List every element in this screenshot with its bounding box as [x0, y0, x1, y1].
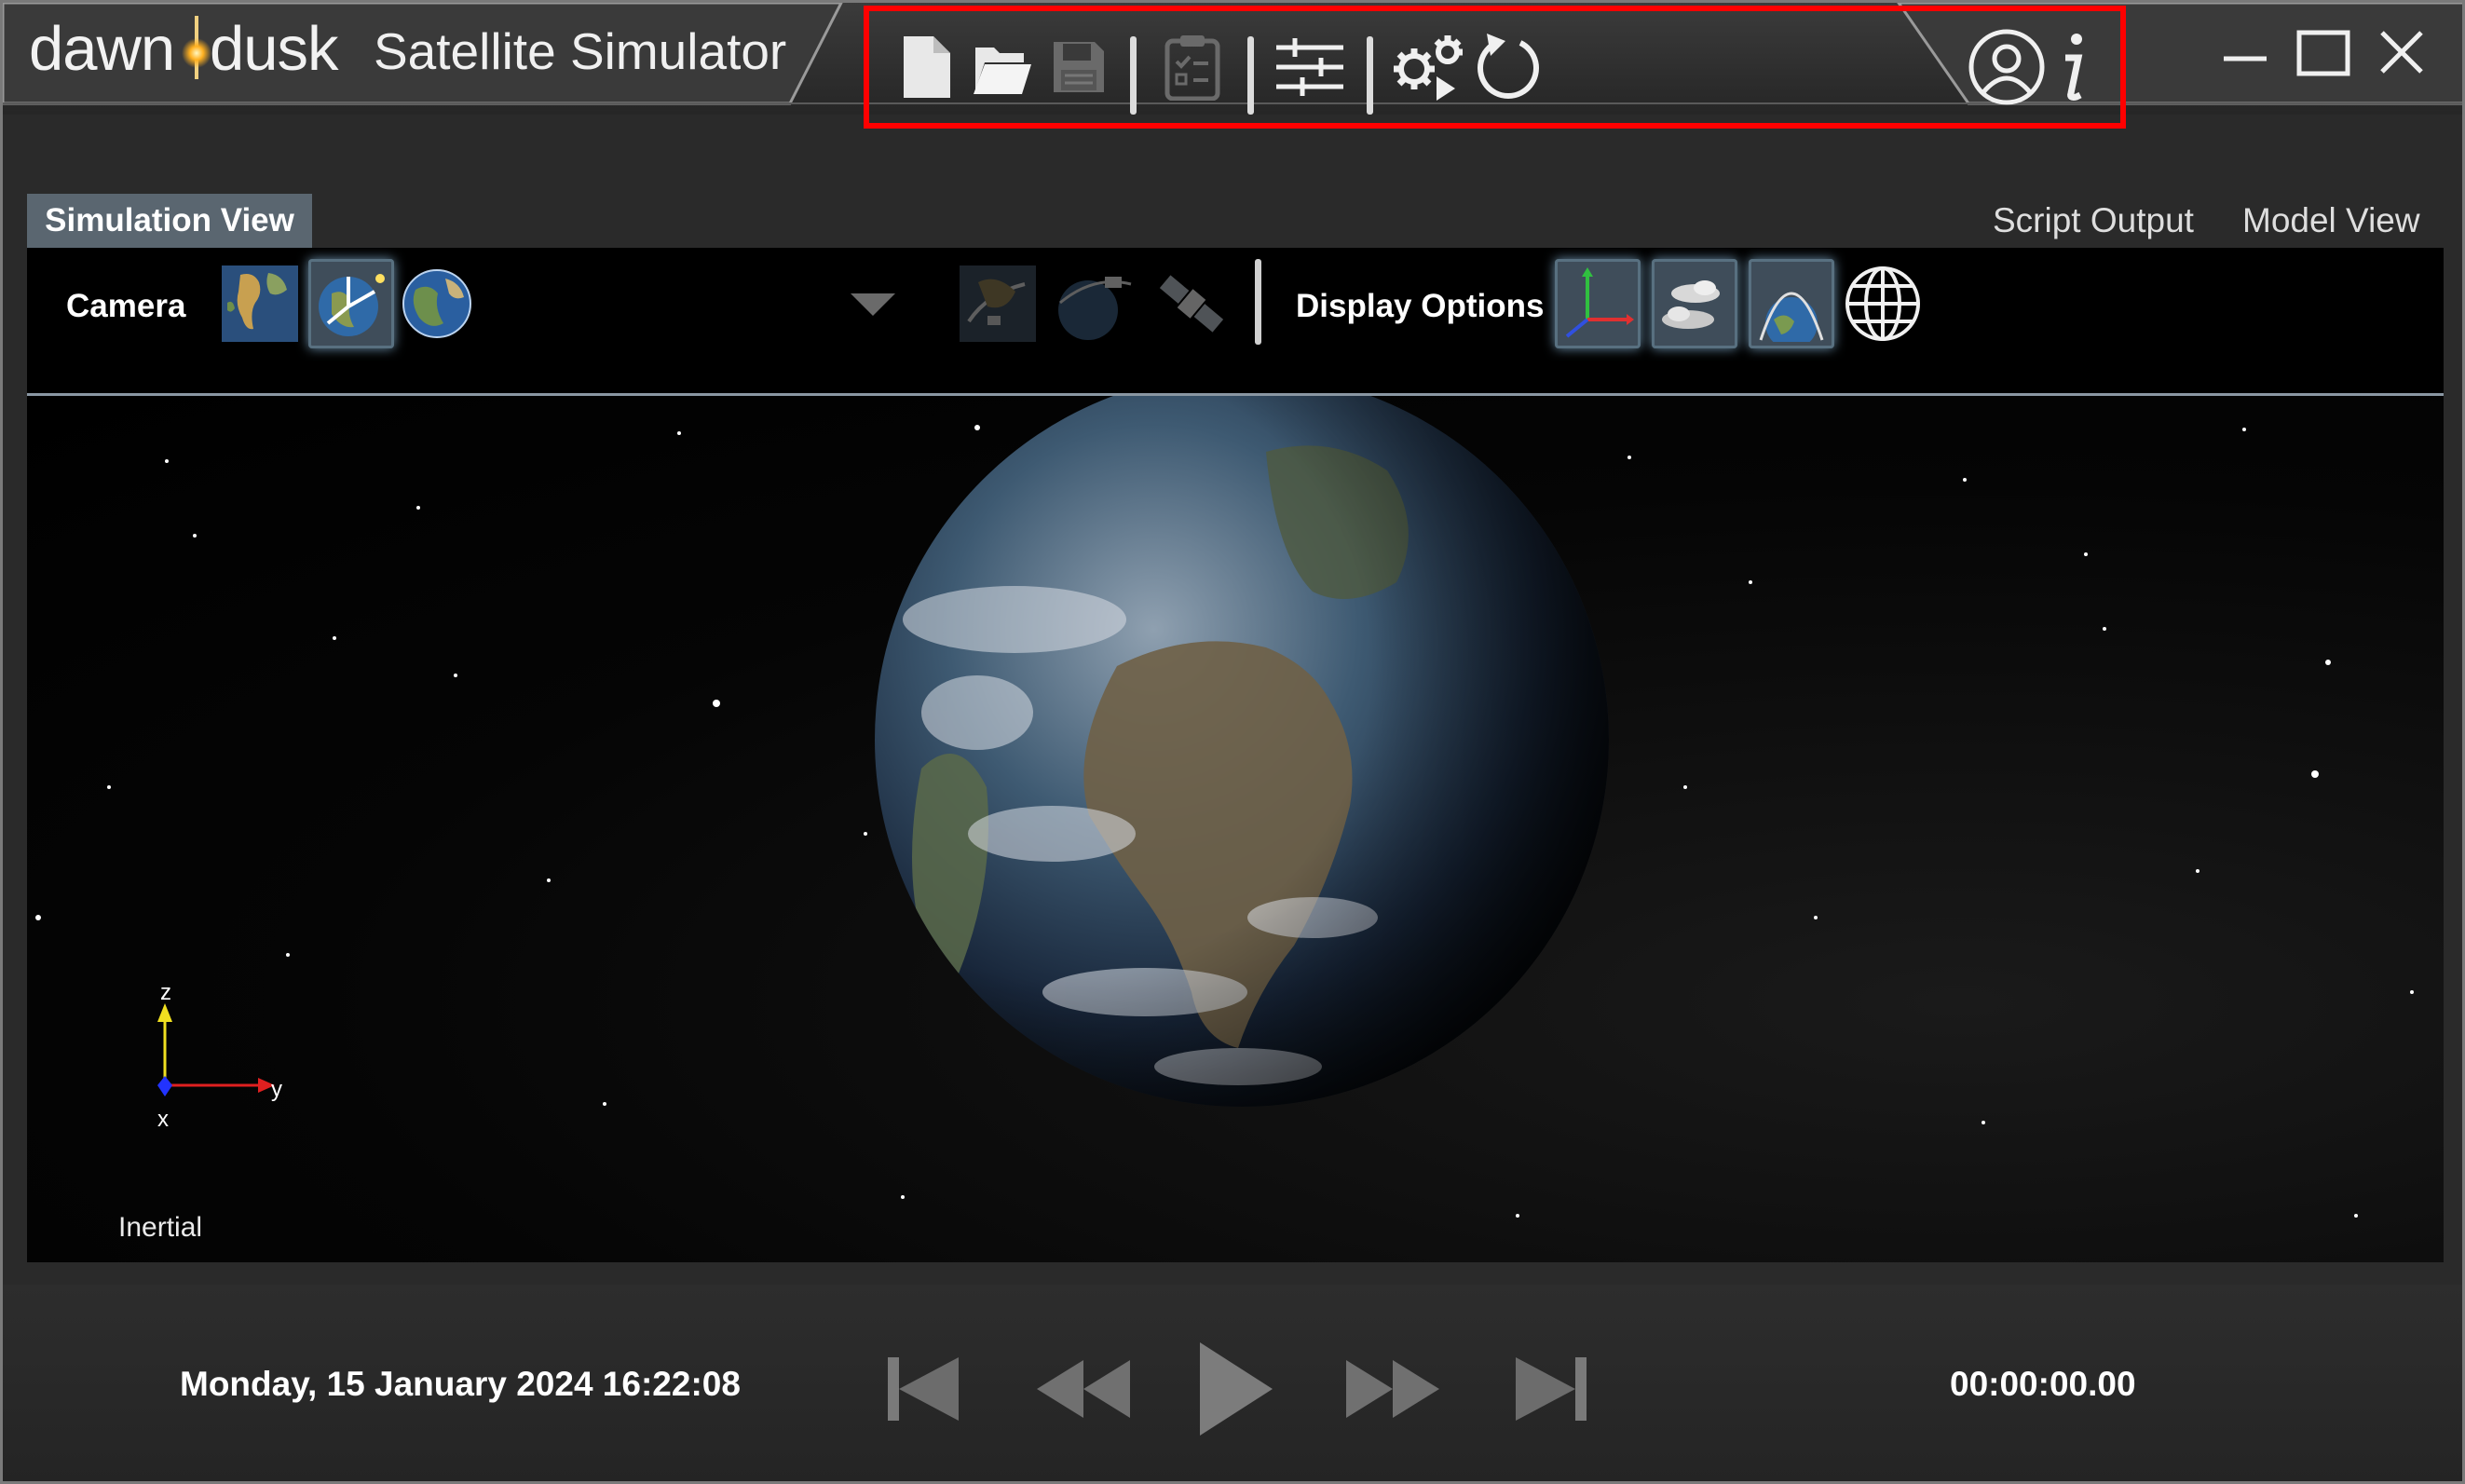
maximize-button[interactable]: [2281, 20, 2365, 85]
satellite-earth-button[interactable]: [955, 259, 1041, 348]
run-button[interactable]: [1385, 27, 1475, 107]
play-button[interactable]: [1184, 1333, 1287, 1445]
globe-icon: [402, 269, 471, 338]
simulation-datetime: Monday, 15 January 2024 16:22:08: [180, 1365, 741, 1403]
satellite-earth-icon: [960, 265, 1036, 342]
open-folder-icon: [974, 48, 1031, 94]
skip-to-end-icon: [1516, 1357, 1587, 1421]
display-clouds-button[interactable]: [1652, 259, 1737, 348]
close-button[interactable]: [2360, 20, 2444, 85]
display-axes-button[interactable]: [1555, 259, 1641, 348]
clouds-icon: [1662, 280, 1720, 329]
tab-model-view[interactable]: Model View: [2242, 194, 2420, 248]
tab-simulation-view[interactable]: Simulation View: [27, 194, 312, 248]
brand-dusk: dusk: [210, 14, 339, 84]
title-bar: dawn dusk Satellite Simulator: [3, 3, 2462, 115]
app-title: Satellite Simulator: [374, 22, 787, 80]
save-button[interactable]: [1041, 27, 1117, 107]
camera-target-dropdown[interactable]: [836, 259, 910, 348]
axis-y-label: y: [271, 1077, 282, 1102]
new-file-button[interactable]: [888, 27, 964, 107]
simulation-viewport[interactable]: z y x Inertial: [27, 396, 2444, 1262]
satellite-orbit-button[interactable]: [1052, 259, 1137, 348]
axes-icon: [1565, 267, 1634, 338]
save-icon: [1054, 42, 1104, 92]
earth-globe: [875, 396, 1609, 1107]
minimize-button[interactable]: [2203, 20, 2287, 85]
new-file-icon: [904, 36, 950, 98]
camera-earth-axes-button[interactable]: [308, 259, 394, 348]
open-folder-button[interactable]: [964, 27, 1041, 107]
earth-map-icon: [222, 265, 298, 342]
brand-sun-icon: [182, 16, 211, 79]
display-wireframe-button[interactable]: [1840, 259, 1926, 348]
toolbar-separator: [1130, 36, 1137, 115]
view-toolbar-separator: [1255, 259, 1261, 345]
reference-frame-label: Inertial: [118, 1212, 203, 1243]
fast-forward-button[interactable]: [1337, 1342, 1449, 1436]
skip-to-end-button[interactable]: [1505, 1342, 1598, 1436]
clipboard-checklist-icon: [1164, 35, 1220, 101]
play-icon: [1200, 1342, 1273, 1436]
satellite-icon: [1159, 275, 1224, 333]
main-toolbar: [867, 7, 2125, 128]
satellite-orbit-icon: [1058, 277, 1132, 340]
elapsed-time: 00:00:00.00: [1950, 1365, 2136, 1403]
atmosphere-icon: [1759, 292, 1824, 342]
camera-label: Camera: [66, 288, 186, 324]
info-button[interactable]: [2043, 27, 2099, 107]
brand-dawn: dawn: [29, 14, 175, 84]
skip-to-start-icon: [888, 1357, 959, 1421]
maximize-icon: [2296, 30, 2350, 76]
wireframe-globe-icon: [1845, 266, 1920, 341]
reset-button[interactable]: [1469, 27, 1546, 107]
display-atmosphere-button[interactable]: [1749, 259, 1834, 348]
tab-script-output[interactable]: Script Output: [1993, 194, 2194, 248]
display-options-label: Display Options: [1296, 288, 1545, 324]
scene-canvas: z y x: [35, 396, 2414, 1218]
toolbar-separator: [1247, 36, 1254, 115]
settings-sliders-button[interactable]: [1272, 27, 1348, 107]
user-account-button[interactable]: [1965, 27, 2049, 107]
app-window: dawn dusk Satellite Simulator Simulation…: [0, 0, 2465, 1484]
reset-icon: [1478, 34, 1539, 100]
minimize-icon: [2224, 56, 2267, 61]
skip-to-start-button[interactable]: [877, 1342, 970, 1436]
info-icon: [2065, 34, 2083, 101]
camera-globe-button[interactable]: [394, 259, 480, 348]
axis-z-label: z: [160, 980, 171, 1005]
axis-x-label: x: [157, 1107, 169, 1132]
sliders-icon: [1276, 38, 1343, 96]
gears-run-icon: [1394, 35, 1463, 101]
playback-bar: Monday, 15 January 2024 16:22:08 00:00:0…: [3, 1285, 2462, 1481]
close-icon: [2380, 31, 2423, 74]
clipboard-button[interactable]: [1154, 27, 1231, 107]
tab-bar: Simulation View Script Output Model View: [27, 194, 2444, 248]
rewind-icon: [1037, 1360, 1130, 1418]
chevron-down-icon: [851, 293, 895, 316]
satellite-button[interactable]: [1149, 259, 1234, 348]
toolbar-separator: [1367, 36, 1373, 115]
rewind-button[interactable]: [1028, 1342, 1139, 1436]
earth-axes-icon: [319, 274, 385, 336]
camera-earth-map-button[interactable]: [217, 259, 303, 348]
view-toolbar: Camera Display Options: [27, 248, 2444, 396]
frame-axes-indicator: z y x: [157, 980, 282, 1132]
user-account-icon: [1968, 29, 2045, 105]
fast-forward-icon: [1346, 1360, 1439, 1418]
